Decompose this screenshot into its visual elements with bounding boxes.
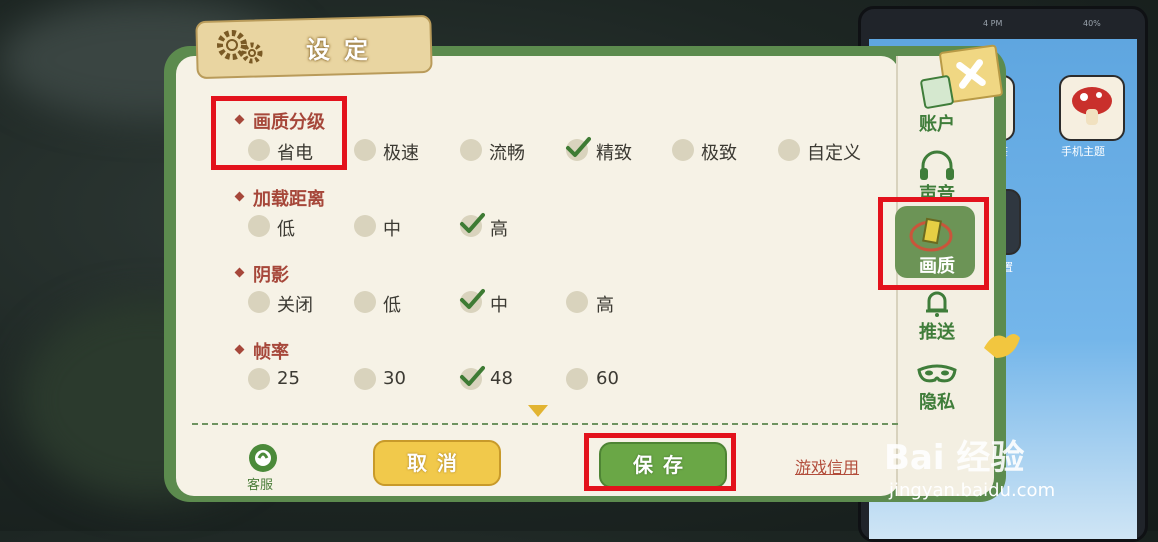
sidebar-label: 账户 [919, 114, 955, 135]
mask-icon [917, 364, 957, 383]
app-label: 手机主题 [1061, 145, 1105, 158]
option-label[interactable]: 中 [490, 291, 508, 317]
highlight-save-button [584, 433, 736, 491]
sidebar-item-account[interactable]: 账户 [895, 70, 991, 135]
option-label[interactable]: 60 [596, 368, 619, 389]
checkmark-icon [566, 137, 591, 157]
section-title-load-distance: 加载距离 [253, 189, 325, 210]
sidebar-label: 隐私 [919, 392, 955, 413]
sidebar-item-push[interactable]: 推送 [895, 288, 991, 343]
cancel-button[interactable]: 取消 [373, 440, 501, 486]
option-label[interactable]: 低 [383, 291, 401, 317]
headphones-icon [920, 150, 954, 180]
radio-off[interactable] [248, 291, 270, 313]
option-label[interactable]: 30 [383, 368, 406, 389]
radio-fps-60[interactable] [566, 368, 588, 390]
radio-medium[interactable] [354, 215, 376, 237]
radio-ultimate[interactable] [672, 139, 694, 161]
option-label[interactable]: 中 [383, 215, 401, 241]
dialog-title: 设定 [306, 36, 382, 64]
highlight-graphics-tab [878, 197, 989, 290]
radio-smooth[interactable] [460, 139, 482, 161]
option-label[interactable]: 高 [490, 215, 508, 241]
option-label[interactable]: 关闭 [277, 291, 313, 317]
option-label[interactable]: 48 [490, 368, 513, 389]
sidebar-label: 推送 [919, 322, 955, 343]
option-label[interactable]: 自定义 [807, 139, 861, 165]
highlight-quality-level [211, 96, 347, 170]
radio-custom[interactable] [778, 139, 800, 161]
section-title-shadow: 阴影 [253, 265, 289, 286]
sidebar-item-privacy[interactable]: 隐私 [895, 360, 991, 414]
phone-status-time: 4 PM [983, 19, 1003, 28]
customer-service-icon[interactable] [247, 442, 279, 474]
radio-low[interactable] [248, 215, 270, 237]
baidu-watermark-url: jingyan.baidu.com [889, 480, 1056, 501]
option-label[interactable]: 极速 [383, 139, 419, 165]
phone-battery: 40% [1083, 19, 1101, 28]
decorative-leaf-icon [984, 334, 1020, 358]
radio-fps-25[interactable] [248, 368, 270, 390]
radio-low[interactable] [354, 291, 376, 313]
option-label[interactable]: 低 [277, 215, 295, 241]
bell-icon [926, 291, 948, 317]
footer-divider [192, 423, 898, 425]
game-credit-link[interactable]: 游戏信用 [795, 454, 859, 478]
option-label[interactable]: 25 [277, 368, 300, 389]
checkmark-icon [460, 366, 485, 386]
radio-extreme-speed[interactable] [354, 139, 376, 161]
sidebar-item-sound[interactable]: 声音 [895, 148, 991, 205]
checkmark-icon [460, 289, 485, 309]
customer-service-label[interactable]: 客服 [247, 474, 273, 493]
section-title-frame-rate: 帧率 [253, 342, 289, 363]
radio-high[interactable] [566, 291, 588, 313]
radio-fps-30[interactable] [354, 368, 376, 390]
baidu-watermark: Bai 经验 [884, 438, 1025, 478]
mushroom-app-icon [1059, 75, 1125, 141]
option-label[interactable]: 极致 [701, 139, 737, 165]
account-icon [920, 75, 954, 109]
option-label[interactable]: 流畅 [489, 139, 525, 165]
option-label[interactable]: 高 [596, 291, 614, 317]
checkmark-icon [460, 213, 485, 233]
gear-icon [217, 30, 263, 64]
option-label[interactable]: 精致 [596, 139, 632, 165]
scroll-down-arrow-icon[interactable] [528, 405, 548, 417]
